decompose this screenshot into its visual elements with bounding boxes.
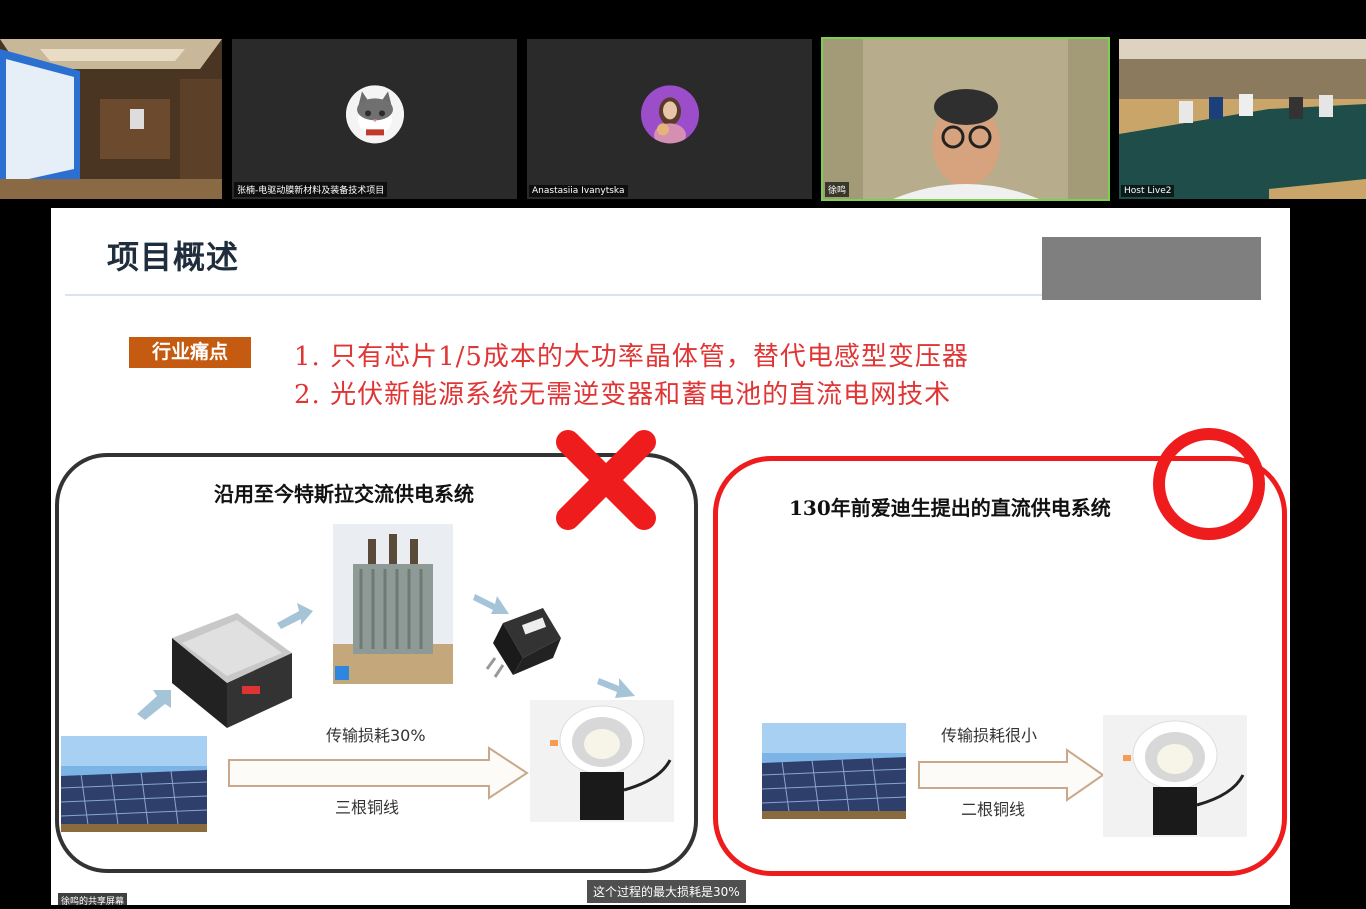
red-circle-icon [1153,428,1265,540]
participant-name: Anastasiia Ivanytska [529,185,628,197]
participant-name: 张楠-电驱动膜新材料及装备技术项目 [234,182,388,197]
flow-arrow-icon [137,690,171,720]
industry-pain-tag: 行业痛点 [129,337,251,368]
flow-arrow-icon [277,603,313,629]
conference-room-feed [1119,39,1366,199]
dc-loss-label: 传输损耗很小 [941,726,1038,745]
participant-name: Host Live2 [1121,185,1175,197]
participant-tile-room[interactable] [0,39,222,199]
cat-avatar-icon [345,85,404,144]
downlight-photo [1103,715,1247,837]
transmission-arrow [228,746,529,800]
live-caption: 这个过程的最大损耗是30% [587,880,746,903]
participant-tile-anastasiia[interactable]: Anastasiia Ivanytska [527,39,812,199]
red-x-icon [556,430,656,530]
slide-title: 项目概述 [107,238,240,276]
dc-wire-label: 二根铜线 [961,800,1026,819]
ac-system-title: 沿用至今特斯拉交流供电系统 [214,482,474,506]
woman-avatar-icon [640,85,699,144]
redacted-block [1042,237,1261,300]
pain-point-2: 2. 光伏新能源系统无需逆变器和蓄电池的直流电网技术 [294,380,952,410]
room-video-feed [0,39,222,199]
participant-tile-xuming[interactable]: 徐鸣 [821,37,1110,201]
screen-share-label: 徐鸣的共享屏幕 [58,893,128,908]
participant-tile-zhangnan[interactable]: 张楠-电驱动膜新材料及装备技术项目 [232,39,517,199]
downlight-photo [530,700,674,822]
solar-panel-photo [762,723,906,819]
participant-name: 徐鸣 [825,182,850,197]
speaker-video-feed [823,39,1108,199]
ac-wire-label: 三根铜线 [335,798,400,817]
flow-arrow-icon [473,594,509,614]
pain-point-1: 1. 只有芯片1/5成本的大功率晶体管，替代电感型变压器 [294,342,969,372]
solar-panel-photo [61,736,207,832]
transformer-photo [333,524,453,684]
flow-arrow-icon [597,678,635,698]
transmission-arrow [918,748,1105,802]
dc-system-title: 130年前爱迪生提出的直流供电系统 [789,496,1111,520]
participant-tile-host[interactable]: Host Live2 [1119,39,1366,199]
shared-slide: 项目概述 行业痛点 1. 只有芯片1/5成本的大功率晶体管，替代电感型变压器 2… [51,208,1290,905]
ac-loss-label: 传输损耗30% [326,726,426,745]
